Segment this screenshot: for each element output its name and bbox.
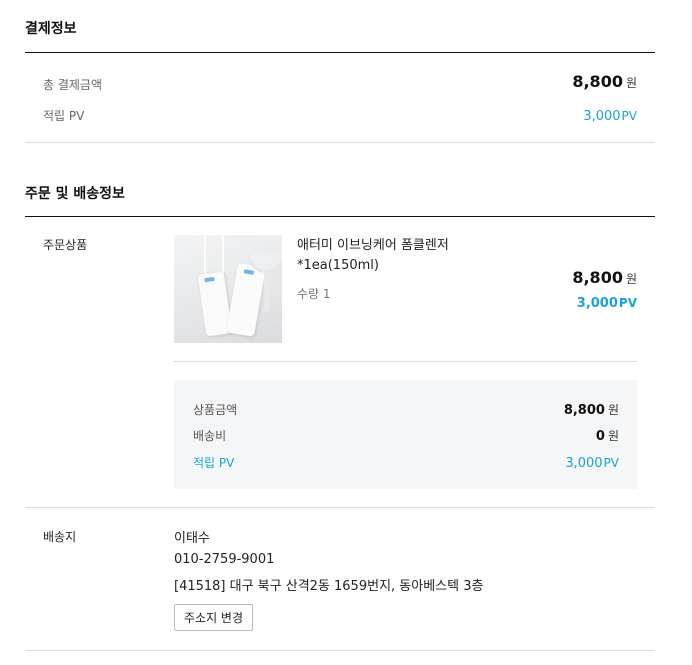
tube-graphic <box>226 263 266 337</box>
payment-divider <box>25 52 655 53</box>
shipping-bottom-divider <box>25 650 655 651</box>
product-pv-value: 3,000 <box>576 296 618 311</box>
summary-pv-label: 적립 PV <box>193 456 235 470</box>
order-summary-box <box>174 380 637 489</box>
shipping-label: 배송지 <box>43 530 77 544</box>
image-decor <box>222 235 224 275</box>
summary-pv-value: 3,000 <box>565 456 603 471</box>
product-price-unit: 원 <box>625 272 637 286</box>
summary-shipping-fee-unit: 원 <box>607 429 619 443</box>
order-product-label: 주문상품 <box>43 238 88 252</box>
summary-product-amount-value: 8,800 <box>563 403 605 418</box>
product-pv: 3,000PV <box>577 292 637 311</box>
total-amount-unit: 원 <box>625 76 637 90</box>
product-image[interactable] <box>174 235 282 343</box>
product-divider <box>174 361 637 362</box>
pv-label: 적립 PV <box>43 109 85 123</box>
recipient-name: 이태수 <box>174 531 210 546</box>
summary-pv: 3,000PV <box>565 452 619 471</box>
total-amount-value: 8,800 <box>572 72 623 91</box>
total-amount-label: 총 결제금액 <box>43 78 103 92</box>
product-pv-unit: PV <box>618 296 637 310</box>
bowl-stem-graphic <box>264 271 269 311</box>
summary-shipping-fee-value: 0 <box>595 429 605 444</box>
product-price-value: 8,800 <box>572 268 623 287</box>
recipient-phone: 010-2759-9001 <box>174 552 275 567</box>
pv-unit: PV <box>621 109 637 123</box>
order-section-title: 주문 및 배송정보 <box>25 186 125 202</box>
product-name-line1: 애터미 이브닝케어 폼클렌저 <box>297 238 449 253</box>
recipient-address: [41518] 대구 북구 산격2동 1659번지, 동아베스텍 3층 <box>174 579 484 594</box>
product-price: 8,800 원 <box>572 268 637 287</box>
pv-amount: 3,000PV <box>583 105 637 124</box>
pv-value: 3,000 <box>583 109 621 124</box>
total-amount: 8,800 원 <box>572 72 637 91</box>
payment-bottom-divider <box>25 142 655 143</box>
product-name[interactable]: 애터미 이브닝케어 폼클렌저 *1ea(150ml) <box>297 236 497 276</box>
summary-bottom-divider <box>25 507 655 508</box>
summary-shipping-fee-label: 배송비 <box>193 429 227 443</box>
payment-section-title: 결제정보 <box>25 21 77 37</box>
summary-pv-unit: PV <box>603 456 619 470</box>
change-address-button[interactable]: 주소지 변경 <box>174 604 253 631</box>
summary-product-amount-label: 상품금액 <box>193 403 238 417</box>
order-divider <box>25 216 655 217</box>
product-name-line2: *1ea(150ml) <box>297 258 379 273</box>
summary-product-amount-unit: 원 <box>607 403 619 417</box>
summary-product-amount: 8,800 원 <box>564 399 619 418</box>
product-quantity: 수량 1 <box>297 287 331 301</box>
summary-shipping-fee: 0원 <box>596 425 619 444</box>
